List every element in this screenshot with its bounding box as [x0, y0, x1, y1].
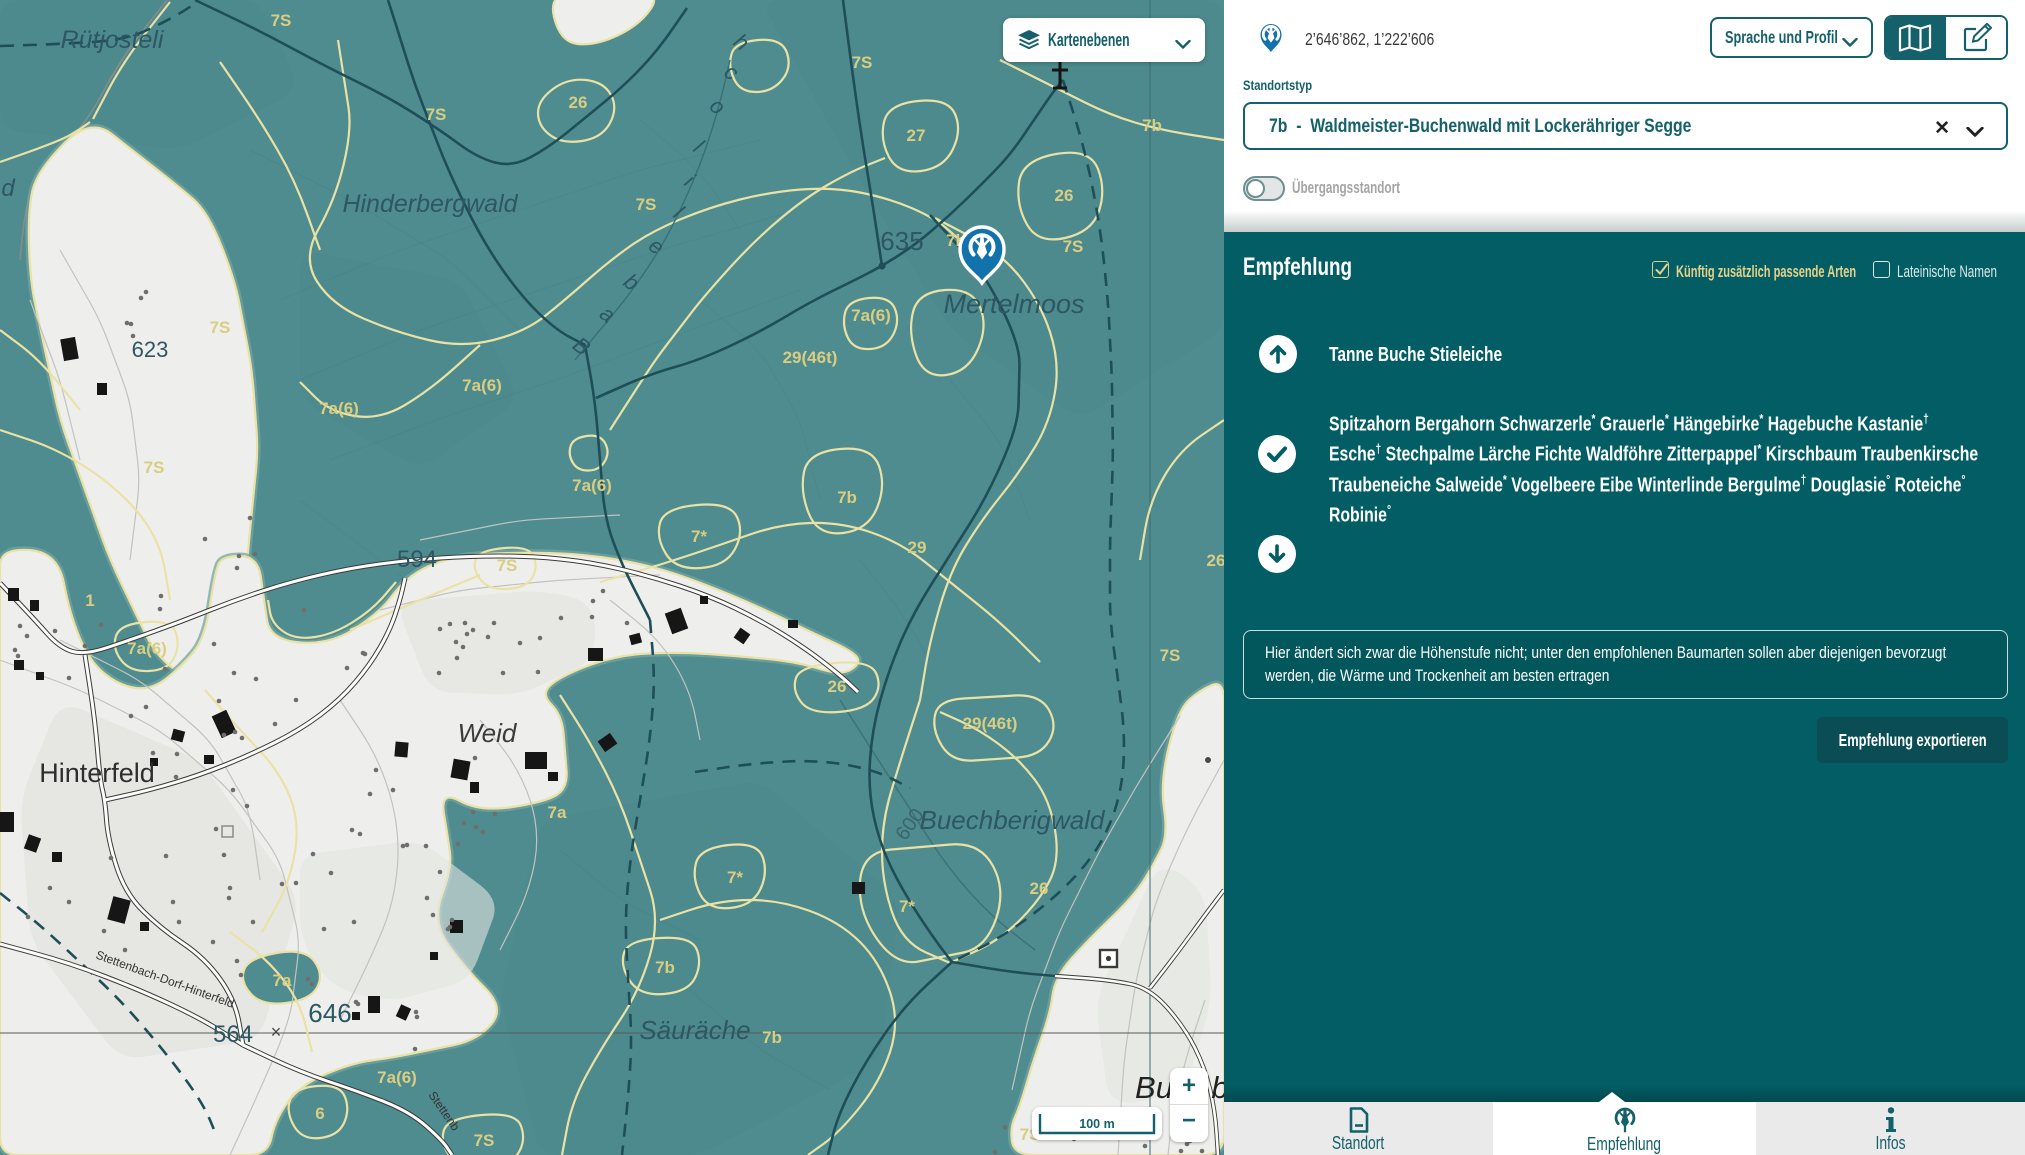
svg-text:100 m: 100 m	[1079, 1117, 1114, 1131]
svg-text:26: 26	[1207, 551, 1224, 570]
svg-text:7a: 7a	[548, 803, 567, 822]
svg-text:7S: 7S	[144, 458, 165, 477]
svg-text:7S: 7S	[210, 318, 231, 337]
svg-text:Bu: Bu	[1135, 1070, 1173, 1105]
svg-text:Mertelmoos: Mertelmoos	[943, 289, 1084, 319]
svg-text:×: ×	[271, 1022, 282, 1042]
svg-text:7a: 7a	[273, 971, 292, 990]
svg-text:623: 623	[132, 337, 169, 362]
svg-text:7S: 7S	[852, 53, 873, 72]
svg-text:635: 635	[880, 226, 923, 256]
svg-text:1: 1	[85, 591, 94, 610]
svg-text:d: d	[1, 175, 15, 202]
svg-text:7S: 7S	[1160, 646, 1181, 665]
svg-text:7S: 7S	[426, 105, 447, 124]
svg-text:29: 29	[908, 538, 927, 557]
svg-text:7a(6): 7a(6)	[377, 1068, 417, 1087]
svg-text:7*: 7*	[727, 868, 743, 887]
svg-text:Hinterfeld: Hinterfeld	[39, 758, 155, 788]
svg-text:7*: 7*	[691, 527, 707, 546]
svg-text:7a(6): 7a(6)	[319, 399, 359, 418]
svg-text:6: 6	[315, 1104, 324, 1123]
svg-text:7a(6): 7a(6)	[462, 376, 502, 395]
svg-text:26: 26	[1030, 879, 1049, 898]
svg-text:7a(6): 7a(6)	[851, 306, 891, 325]
svg-text:Hinderbergwald: Hinderbergwald	[342, 190, 518, 218]
svg-text:7S: 7S	[1063, 237, 1084, 256]
svg-text:7S: 7S	[497, 556, 518, 575]
svg-text:Säuräche: Säuräche	[639, 1015, 750, 1045]
svg-text:7*: 7*	[899, 897, 915, 916]
svg-text:26: 26	[569, 93, 588, 112]
svg-text:26: 26	[828, 677, 847, 696]
svg-text:7a(6): 7a(6)	[127, 639, 167, 658]
svg-text:7b: 7b	[655, 958, 675, 977]
svg-text:29(46t): 29(46t)	[963, 714, 1018, 733]
svg-text:646: 646	[308, 998, 351, 1028]
svg-text:Rütjosteli: Rütjosteli	[61, 26, 165, 54]
svg-text:594: 594	[397, 546, 437, 573]
svg-text:7S: 7S	[271, 11, 292, 30]
svg-text:29(46t): 29(46t)	[783, 348, 838, 367]
svg-text:7a(6): 7a(6)	[572, 476, 612, 495]
svg-text:Buechberigwald: Buechberigwald	[919, 805, 1106, 835]
svg-text:27: 27	[907, 126, 926, 145]
svg-text:b: b	[1211, 1070, 1224, 1105]
svg-text:7b: 7b	[1142, 116, 1162, 135]
svg-text:7S: 7S	[474, 1131, 495, 1150]
svg-text:7S: 7S	[636, 195, 657, 214]
svg-text:Weid: Weid	[458, 718, 518, 748]
svg-text:7b: 7b	[762, 1028, 782, 1047]
svg-text:564: 564	[213, 1021, 253, 1048]
svg-text:26: 26	[1055, 186, 1074, 205]
svg-text:7b: 7b	[837, 488, 857, 507]
